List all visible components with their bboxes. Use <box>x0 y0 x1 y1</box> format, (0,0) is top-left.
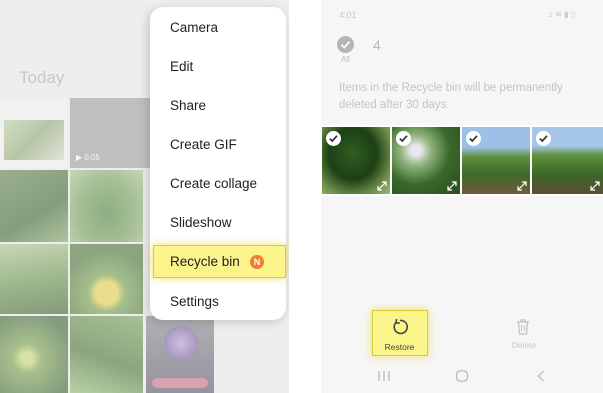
selected-checkbox[interactable] <box>396 131 411 146</box>
check-icon <box>469 135 478 143</box>
menu-item-edit[interactable]: Edit <box>170 59 193 74</box>
check-icon <box>399 135 408 143</box>
expand-icon[interactable] <box>517 181 527 191</box>
back-icon[interactable] <box>536 369 546 387</box>
deleted-photo-thumbnail[interactable] <box>462 127 530 194</box>
check-icon <box>539 135 548 143</box>
battery-icon: ▯ <box>570 10 576 19</box>
recycle-bin-message: Items in the Recycle bin will be permane… <box>339 82 563 111</box>
menu-item-recycle-bin-label: Recycle bin <box>170 254 240 269</box>
deleted-photo-thumbnail[interactable] <box>532 127 603 194</box>
expand-icon[interactable] <box>447 181 457 191</box>
restore-label: Restore <box>384 342 415 352</box>
selected-checkbox[interactable] <box>536 131 551 146</box>
trash-icon <box>517 319 529 335</box>
status-time: 4:01 <box>339 10 357 20</box>
menu-item-settings[interactable]: Settings <box>170 294 219 309</box>
menu-item-share[interactable]: Share <box>170 98 206 113</box>
expand-icon[interactable] <box>590 181 600 191</box>
mute-icon: ♫ <box>547 10 553 19</box>
recycle-bin-screen: 4:01 ♫ ≋ ▮ ▯ All 4 Items in the Recycle … <box>321 0 603 393</box>
menu-item-create-collage[interactable]: Create collage <box>170 176 257 191</box>
recent-apps-icon[interactable] <box>377 369 391 387</box>
home-icon[interactable] <box>455 369 469 387</box>
deleted-photo-thumbnail[interactable] <box>322 127 390 194</box>
restore-icon <box>393 318 408 335</box>
new-badge: N <box>250 255 264 269</box>
selected-checkbox[interactable] <box>466 131 481 146</box>
restore-button[interactable]: Restore <box>372 310 428 356</box>
menu-item-recycle-bin[interactable]: Recycle bin N <box>153 245 286 278</box>
deleted-photo-thumbnail[interactable] <box>392 127 460 194</box>
wifi-icon: ≋ <box>555 10 562 19</box>
delete-button[interactable] <box>515 318 531 341</box>
check-icon <box>329 135 338 143</box>
selected-checkbox[interactable] <box>326 131 341 146</box>
thumbnail-strip <box>321 125 603 196</box>
select-all-label: All <box>341 55 350 64</box>
menu-item-camera[interactable]: Camera <box>170 20 218 35</box>
delete-label: Delete <box>511 340 537 350</box>
expand-icon[interactable] <box>377 181 387 191</box>
select-all-checkbox[interactable] <box>337 36 354 53</box>
status-icons: ♫ ≋ ▮ ▯ <box>547 10 575 19</box>
check-icon <box>340 41 351 49</box>
menu-item-create-gif[interactable]: Create GIF <box>170 137 237 152</box>
menu-item-slideshow[interactable]: Slideshow <box>170 215 232 230</box>
selected-count: 4 <box>373 37 381 53</box>
signal-icon: ▮ <box>564 10 569 19</box>
gallery-screen: Today ▶ 0:05 Camera Edit Share Create GI… <box>0 0 289 393</box>
